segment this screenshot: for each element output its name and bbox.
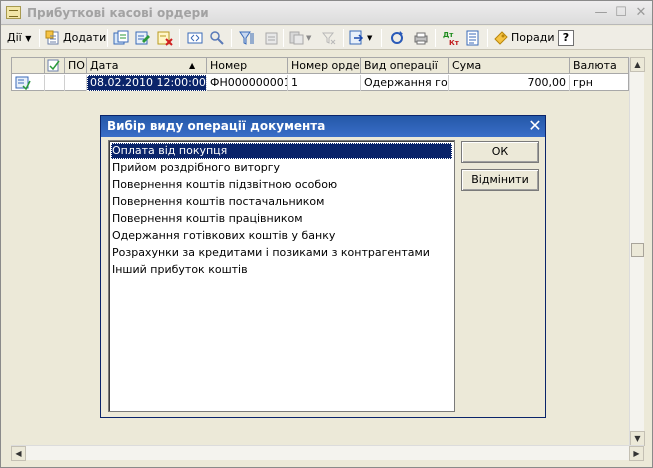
structure-icon	[289, 31, 304, 45]
toolbar-separator	[179, 29, 180, 47]
based-on-icon	[349, 30, 364, 45]
toolbar-separator	[435, 29, 436, 47]
row-currency-cell[interactable]: грн	[570, 75, 628, 91]
chevron-down-icon: ▼	[25, 34, 32, 43]
list-item[interactable]: Прийом роздрібного виторгу	[111, 160, 452, 176]
add-label: Додати	[63, 31, 107, 44]
header-po[interactable]: ПО	[65, 58, 87, 74]
list-item[interactable]: Розрахунки за кредитами і позиками з кон…	[111, 245, 452, 261]
document-icon	[6, 6, 21, 19]
delete-mark-icon[interactable]	[157, 30, 173, 46]
list-item[interactable]: Одержання готівкових коштів у банку	[111, 228, 452, 244]
toolbar-separator	[107, 29, 108, 47]
posted-document-icon	[15, 76, 31, 91]
refresh-icon[interactable]	[389, 30, 405, 46]
vertical-scrollbar[interactable]: ▲ ▼	[629, 57, 645, 446]
filter-icon[interactable]	[239, 30, 255, 46]
copy-document-icon[interactable]	[113, 30, 129, 46]
help-button[interactable]: ?	[558, 30, 574, 46]
add-document-icon	[45, 30, 59, 45]
row-icon-cell	[12, 75, 45, 91]
dialog-titlebar[interactable]: Вибір виду операції документа ✕	[101, 116, 545, 137]
edit-document-icon[interactable]	[135, 30, 151, 46]
minimize-button[interactable]: —	[593, 5, 609, 21]
list-item[interactable]: Оплата від покупця	[111, 143, 452, 159]
chevron-down-icon: ▼	[367, 34, 373, 42]
horizontal-scrollbar[interactable]: ◀ ▶	[11, 445, 644, 461]
header-date[interactable]: Дата ▲	[87, 58, 207, 74]
main-window: Прибуткові касові ордери — ☐ ✕ Дії ▼ Дод…	[0, 0, 653, 468]
filter-list-icon[interactable]	[263, 30, 279, 46]
toolbar-separator	[231, 29, 232, 47]
list-item[interactable]: Повернення коштів підзвітною особою	[111, 177, 452, 193]
dialog-close-button[interactable]: ✕	[527, 117, 543, 135]
window-title: Прибуткові касові ордери	[27, 6, 209, 20]
operation-type-dialog: Вибір виду операції документа ✕ Оплата в…	[100, 115, 546, 418]
scroll-left-button[interactable]: ◀	[11, 446, 26, 461]
header-amount[interactable]: Сума	[449, 58, 570, 74]
scroll-right-button[interactable]: ▶	[629, 446, 644, 461]
header-currency[interactable]: Валюта	[570, 58, 628, 74]
list-item[interactable]: Повернення коштів постачальником	[111, 194, 452, 210]
actions-menu-button[interactable]: Дії ▼	[7, 28, 31, 48]
ok-button[interactable]: ОК	[461, 141, 539, 163]
toolbar-separator	[39, 29, 40, 47]
table-header: ПО Дата ▲ Номер Номер орде... Вид операц…	[12, 58, 628, 74]
header-operation[interactable]: Вид операції	[361, 58, 449, 74]
enter-based-on-menu-button[interactable]: ▼	[349, 28, 375, 48]
tips-button[interactable]: Поради	[493, 28, 555, 48]
tips-label: Поради	[511, 31, 555, 44]
debit-credit-icon[interactable]: Дт Кт	[443, 30, 459, 46]
operation-list[interactable]: Оплата від покупця Прийом роздрібного ви…	[108, 140, 455, 412]
toolbar-separator	[487, 29, 488, 47]
header-icon-column[interactable]	[12, 58, 45, 74]
interval-icon[interactable]	[187, 30, 203, 46]
posted-document-icon	[47, 59, 60, 72]
structure-menu-button[interactable]: ▼	[289, 28, 313, 48]
header-order-number[interactable]: Номер орде...	[288, 58, 361, 74]
list-item[interactable]: Повернення коштів працівником	[111, 211, 452, 227]
row-status-cell	[45, 75, 65, 91]
dialog-title: Вибір виду операції документа	[107, 119, 326, 133]
header-number[interactable]: Номер	[207, 58, 288, 74]
toolbar-separator	[343, 29, 344, 47]
sort-ascending-icon: ▲	[189, 61, 196, 70]
row-number-cell[interactable]: ФН000000001	[207, 75, 288, 91]
add-button[interactable]: Додати	[45, 28, 107, 48]
close-button[interactable]: ✕	[633, 5, 649, 21]
scroll-thumb[interactable]	[631, 243, 644, 257]
svg-text:Кт: Кт	[449, 39, 459, 46]
window-titlebar[interactable]: Прибуткові касові ордери — ☐ ✕	[1, 1, 652, 25]
header-status-column[interactable]	[45, 58, 65, 74]
list-item[interactable]: Інший прибуток коштів	[111, 262, 452, 278]
scroll-up-button[interactable]: ▲	[630, 57, 645, 72]
toolbar-separator	[283, 29, 284, 47]
row-amount-cell[interactable]: 700,00	[449, 75, 570, 91]
row-operation-cell[interactable]: Одержання го...	[361, 75, 449, 91]
toolbar: Дії ▼ Додати ▼ ▼ Дт Кт Поради ?	[1, 26, 652, 50]
chevron-down-icon: ▼	[306, 34, 312, 42]
clear-filter-icon[interactable]	[321, 30, 337, 46]
find-icon[interactable]	[209, 30, 225, 46]
maximize-button[interactable]: ☐	[613, 5, 629, 21]
row-date-cell[interactable]: 08.02.2010 12:00:00	[87, 75, 207, 91]
svg-text:Дт: Дт	[443, 31, 454, 39]
cancel-button[interactable]: Відмінити	[461, 169, 539, 191]
row-order-number-cell[interactable]: 1	[288, 75, 361, 91]
documents-table: ПО Дата ▲ Номер Номер орде... Вид операц…	[11, 57, 629, 91]
row-po-cell	[65, 75, 87, 91]
toolbar-separator	[381, 29, 382, 47]
header-date-label: Дата	[90, 59, 119, 72]
actions-label: Дії	[7, 31, 22, 44]
print-icon[interactable]	[413, 30, 429, 46]
journal-icon[interactable]	[465, 30, 481, 46]
scroll-down-button[interactable]: ▼	[630, 431, 645, 446]
tips-icon	[494, 31, 508, 45]
